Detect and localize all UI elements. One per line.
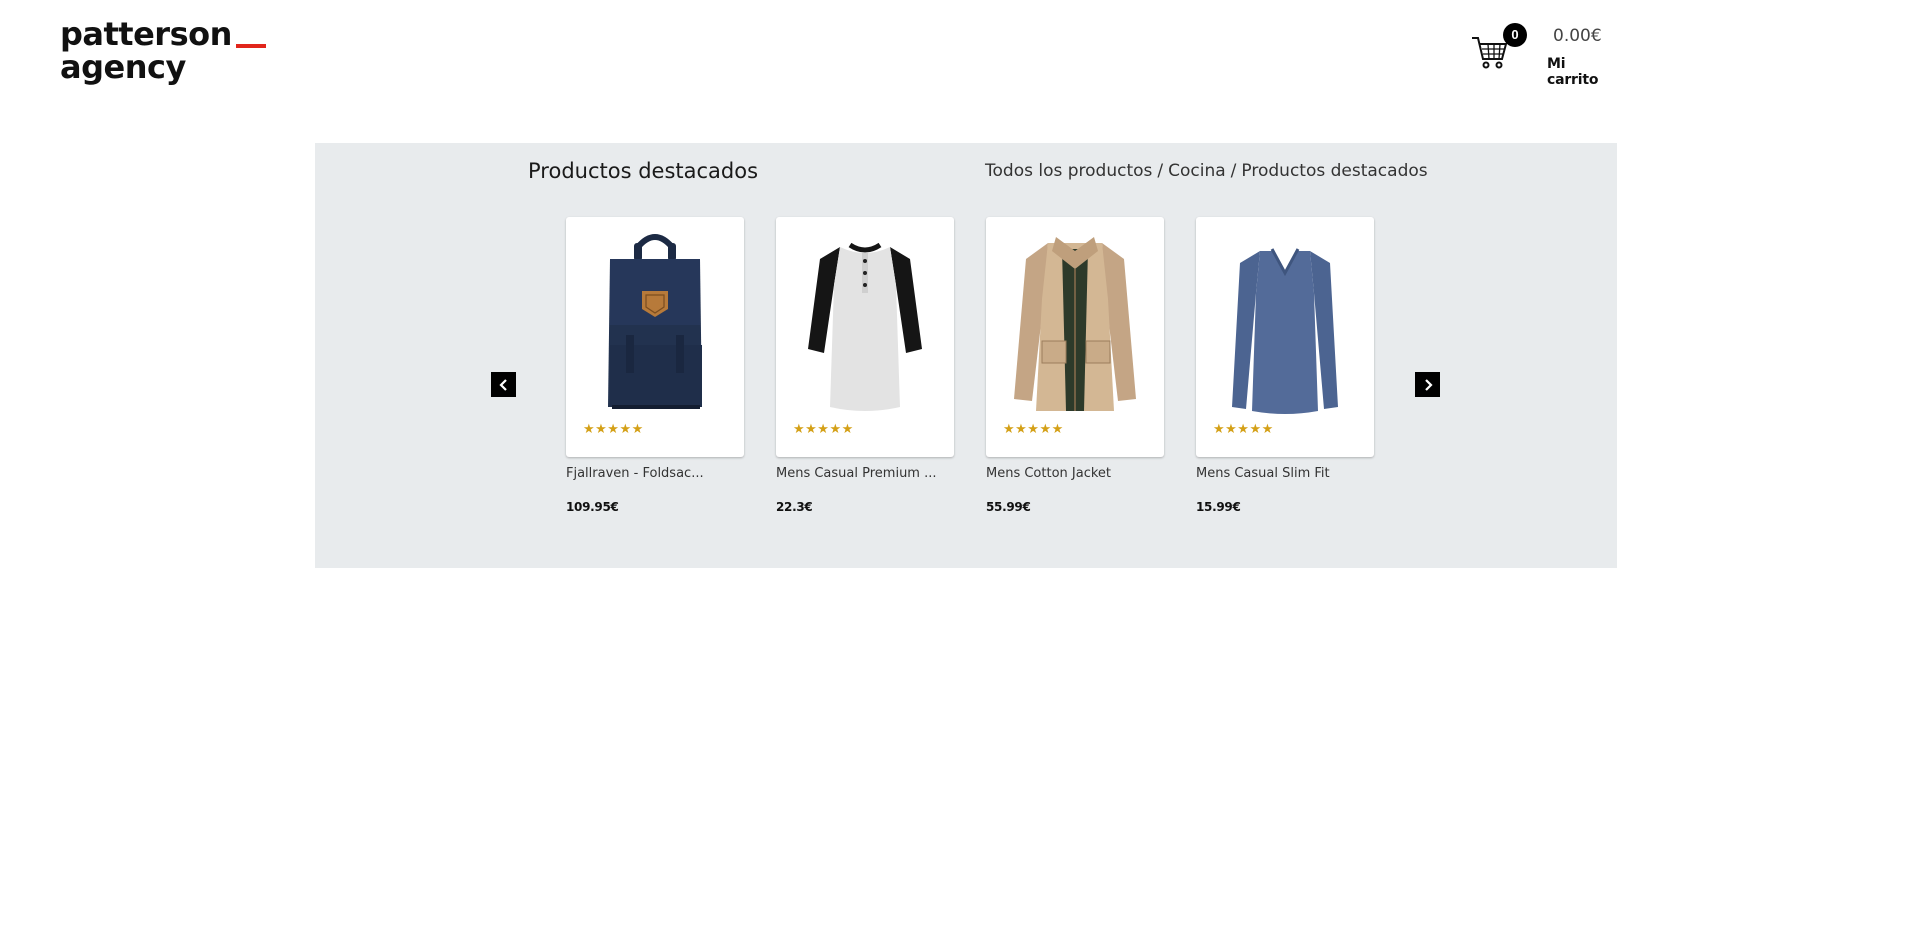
backpack-image xyxy=(608,234,702,409)
product-card[interactable]: ★★★★★ xyxy=(776,217,954,457)
breadcrumb-link-featured[interactable]: Productos destacados xyxy=(1241,161,1427,181)
product-price: 109.95€ xyxy=(566,500,619,514)
product-item[interactable]: ★★★★★ Mens Cotton Jacket 55.99€ xyxy=(986,217,1164,514)
breadcrumb-link-kitchen[interactable]: Cocina xyxy=(1168,161,1226,181)
product-name[interactable]: Mens Cotton Jacket xyxy=(986,466,1164,481)
raglan-shirt-image xyxy=(808,242,922,411)
breadcrumb-separator: / xyxy=(1157,161,1164,181)
featured-products-section: Productos destacados Todos los productos… xyxy=(315,143,1617,568)
product-card[interactable]: ★★★★★ xyxy=(566,217,744,457)
product-name[interactable]: Mens Casual Premium ... xyxy=(776,466,954,481)
logo-underscore-mark xyxy=(235,44,266,48)
carousel-prev-button[interactable] xyxy=(491,372,516,397)
cart-label[interactable]: Mi carrito xyxy=(1547,56,1620,88)
long-sleeve-shirt-image xyxy=(1232,248,1338,414)
mini-cart[interactable]: 0 0.00€ Mi carrito xyxy=(1470,22,1620,88)
site-header: patterson agency 0 0.00€ Mi carrito xyxy=(0,0,1920,110)
brand-line-1: patterson xyxy=(60,18,266,51)
breadcrumb-separator: / xyxy=(1230,161,1237,181)
section-title: Productos destacados xyxy=(528,159,759,183)
breadcrumb: Todos los productos / Cocina / Productos des… xyxy=(985,161,1428,181)
product-price: 22.3€ xyxy=(776,500,813,514)
cart-count-badge: 0 xyxy=(1503,23,1527,47)
product-card[interactable]: ★★★★★ xyxy=(986,217,1164,457)
brand-logo[interactable]: patterson agency xyxy=(60,18,266,84)
product-rating-stars: ★★★★★ xyxy=(793,421,854,436)
product-rating-stars: ★★★★★ xyxy=(583,421,644,436)
breadcrumb-link-all-products[interactable]: Todos los productos xyxy=(985,161,1152,181)
product-item[interactable]: ★★★★★ Fjallraven - Foldsac... 109.95€ xyxy=(566,217,744,514)
jacket-image xyxy=(1014,237,1136,411)
carousel-next-button[interactable] xyxy=(1415,372,1440,397)
product-rating-stars: ★★★★★ xyxy=(1003,421,1064,436)
chevron-right-icon xyxy=(1424,378,1433,391)
brand-line-2: agency xyxy=(60,48,186,86)
product-item[interactable]: ★★★★★ Mens Casual Premium ... 22.3€ xyxy=(776,217,954,514)
product-card[interactable]: ★★★★★ xyxy=(1196,217,1374,457)
product-name[interactable]: Fjallraven - Foldsac... xyxy=(566,466,744,481)
chevron-left-icon xyxy=(498,378,507,391)
product-item[interactable]: ★★★★★ Mens Casual Slim Fit 15.99€ xyxy=(1196,217,1374,514)
product-price: 15.99€ xyxy=(1196,500,1241,514)
product-name[interactable]: Mens Casual Slim Fit xyxy=(1196,466,1374,481)
product-rating-stars: ★★★★★ xyxy=(1213,421,1274,436)
product-price: 55.99€ xyxy=(986,500,1031,514)
cart-total: 0.00€ xyxy=(1553,26,1602,46)
